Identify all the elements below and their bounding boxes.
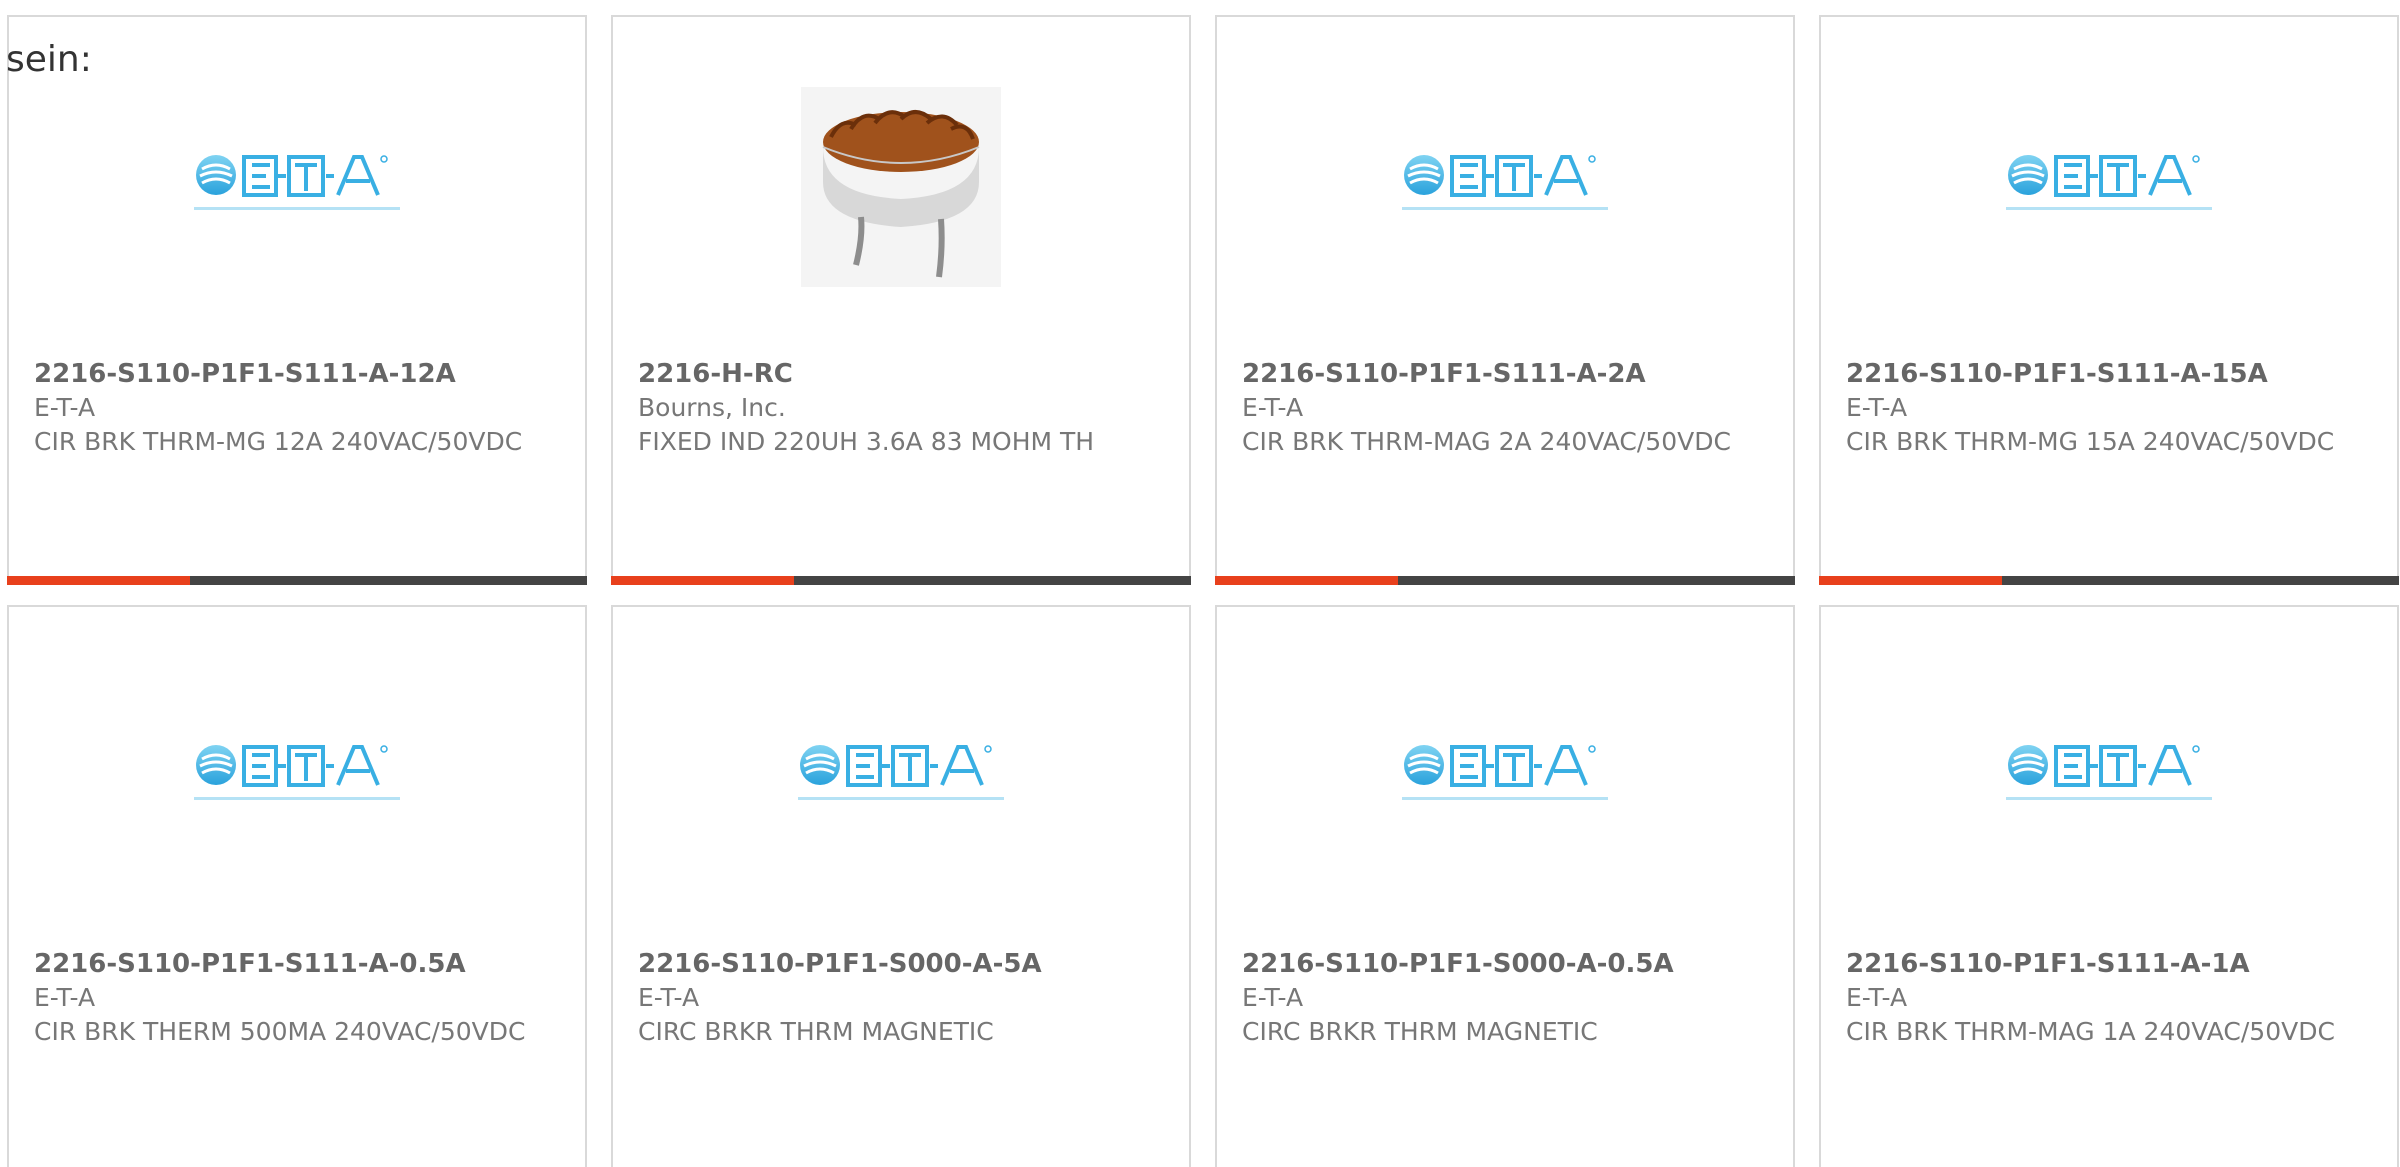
manufacturer: E-T-A	[1846, 983, 1908, 1012]
description: CIR BRK THRM-MG 12A 240VAC/50VDC	[34, 427, 523, 456]
description: FIXED IND 220UH 3.6A 83 MOHM TH	[638, 427, 1095, 456]
part-number[interactable]: 2216-S110-P1F1-S000-A-5A	[638, 947, 1164, 981]
part-number[interactable]: 2216-S110-P1F1-S000-A-0.5A	[1242, 947, 1768, 981]
product-card[interactable]: 2216-S110-P1F1-S000-A-0.5A E-T-A CIRC BRKR…	[1215, 605, 1795, 1167]
product-info: 2216-S110-P1F1-S111-A-1A E-T-A CIR BRK THR…	[1846, 947, 2372, 1049]
description: CIR BRK THERM 500MA 240VAC/50VDC	[34, 1017, 526, 1046]
eta-logo-icon	[2006, 155, 2212, 210]
product-card[interactable]: 2216-S110-P1F1-S000-A-5A E-T-A CIRC BRKR T…	[611, 605, 1191, 1167]
product-image[interactable]	[1217, 607, 1793, 947]
manufacturer: E-T-A	[638, 983, 700, 1012]
description: CIRC BRKR THRM MAGNETIC	[638, 1017, 994, 1046]
product-image[interactable]	[1217, 17, 1793, 357]
description: CIR BRK THRM-MAG 2A 240VAC/50VDC	[1242, 427, 1731, 456]
toroid-inductor-icon	[801, 87, 1001, 287]
part-number[interactable]: 2216-S110-P1F1-S111-A-15A	[1846, 357, 2372, 391]
card-hover-bar	[1819, 576, 2399, 585]
product-image[interactable]	[1821, 607, 2397, 947]
part-number[interactable]: 2216-S110-P1F1-S111-A-12A	[34, 357, 560, 391]
product-card[interactable]: 2216-S110-P1F1-S111-A-1A E-T-A CIR BRK THR…	[1819, 605, 2399, 1167]
part-number[interactable]: 2216-H-RC	[638, 357, 1164, 391]
card-accent-bar	[611, 576, 794, 585]
product-grid: 2216-S110-P1F1-S111-A-12A E-T-A CIR BRK TH…	[7, 15, 2400, 1167]
product-info: 2216-S110-P1F1-S111-A-0.5A E-T-A CIR BRK T…	[34, 947, 560, 1049]
card-accent-bar	[7, 576, 190, 585]
eta-logo-icon	[2006, 745, 2212, 800]
card-accent-bar	[1819, 576, 2002, 585]
product-info: 2216-S110-P1F1-S111-A-15A E-T-A CIR BRK TH…	[1846, 357, 2372, 459]
part-number[interactable]: 2216-S110-P1F1-S111-A-1A	[1846, 947, 2372, 981]
product-info: 2216-S110-P1F1-S111-A-12A E-T-A CIR BRK TH…	[34, 357, 560, 459]
product-image[interactable]	[9, 607, 585, 947]
product-card[interactable]: 2216-S110-P1F1-S111-A-0.5A E-T-A CIR BRK T…	[7, 605, 587, 1167]
manufacturer: Bourns, Inc.	[638, 393, 786, 422]
product-info: 2216-S110-P1F1-S000-A-5A E-T-A CIRC BRKR T…	[638, 947, 1164, 1049]
description: CIRC BRKR THRM MAGNETIC	[1242, 1017, 1598, 1046]
part-number[interactable]: 2216-S110-P1F1-S111-A-2A	[1242, 357, 1768, 391]
description: CIR BRK THRM-MAG 1A 240VAC/50VDC	[1846, 1017, 2335, 1046]
product-card[interactable]: 2216-S110-P1F1-S111-A-12A E-T-A CIR BRK TH…	[7, 15, 587, 585]
product-info: 2216-H-RC Bourns, Inc. FIXED IND 220UH 3.6…	[638, 357, 1164, 459]
part-number[interactable]: 2216-S110-P1F1-S111-A-0.5A	[34, 947, 560, 981]
card-hover-bar	[611, 576, 1191, 585]
page: sein: 2216-S110-P1F1-S111-A-12A E-T-A CIR …	[0, 0, 2400, 1167]
card-accent-bar	[1215, 576, 1398, 585]
product-card[interactable]: 2216-H-RC Bourns, Inc. FIXED IND 220UH 3.6…	[611, 15, 1191, 585]
description: CIR BRK THRM-MG 15A 240VAC/50VDC	[1846, 427, 2335, 456]
manufacturer: E-T-A	[1242, 983, 1304, 1012]
eta-logo-icon	[1402, 155, 1608, 210]
card-hover-bar	[1215, 576, 1795, 585]
product-image[interactable]	[1821, 17, 2397, 357]
eta-logo-icon	[798, 745, 1004, 800]
intro-text: sein:	[6, 39, 92, 80]
eta-logo-icon	[1402, 745, 1608, 800]
product-info: 2216-S110-P1F1-S111-A-2A E-T-A CIR BRK THR…	[1242, 357, 1768, 459]
manufacturer: E-T-A	[1846, 393, 1908, 422]
product-card[interactable]: 2216-S110-P1F1-S111-A-2A E-T-A CIR BRK THR…	[1215, 15, 1795, 585]
manufacturer: E-T-A	[34, 393, 96, 422]
product-image[interactable]	[613, 17, 1189, 357]
product-image[interactable]	[613, 607, 1189, 947]
product-card[interactable]: 2216-S110-P1F1-S111-A-15A E-T-A CIR BRK TH…	[1819, 15, 2399, 585]
card-hover-bar	[7, 576, 587, 585]
eta-logo-icon	[194, 745, 400, 800]
manufacturer: E-T-A	[34, 983, 96, 1012]
eta-logo-icon	[194, 155, 400, 210]
product-image[interactable]	[9, 17, 585, 357]
manufacturer: E-T-A	[1242, 393, 1304, 422]
product-info: 2216-S110-P1F1-S000-A-0.5A E-T-A CIRC BRKR…	[1242, 947, 1768, 1049]
